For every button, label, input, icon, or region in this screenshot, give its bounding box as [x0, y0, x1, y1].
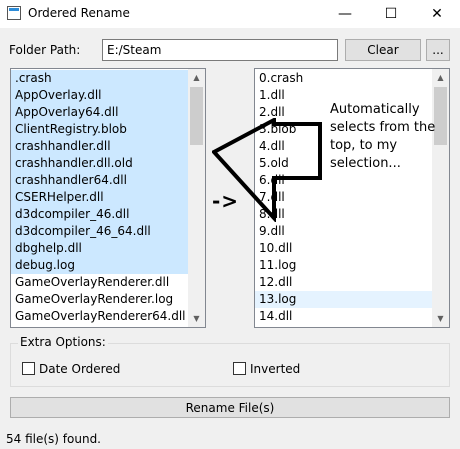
- dash-arrow-annotation: ->: [212, 189, 240, 213]
- renamed-file-item[interactable]: 0.crash: [255, 70, 432, 87]
- close-button[interactable]: ✕: [414, 0, 460, 28]
- date-ordered-label[interactable]: Date Ordered: [39, 362, 120, 376]
- source-file-item[interactable]: dbghelp.dll: [11, 240, 188, 257]
- inverted-label[interactable]: Inverted: [250, 362, 300, 376]
- source-file-item[interactable]: d3dcompiler_46_64.dll: [11, 223, 188, 240]
- renamed-file-item[interactable]: 14.dll: [255, 308, 432, 325]
- renamed-file-item[interactable]: 13.log: [255, 291, 432, 308]
- app-window-icon: [7, 6, 21, 20]
- source-file-item[interactable]: GameOverlayRenderer.dll: [11, 274, 188, 291]
- source-file-item[interactable]: debug.log: [11, 257, 188, 274]
- scroll-up-arrow-icon[interactable]: ▲: [188, 69, 205, 86]
- renamed-file-item[interactable]: 12.dll: [255, 274, 432, 291]
- clear-button[interactable]: Clear: [345, 39, 421, 61]
- window-title: Ordered Rename: [28, 6, 130, 20]
- source-file-item[interactable]: GameOverlayRenderer64.dll: [11, 308, 188, 325]
- renamed-file-item[interactable]: 10.dll: [255, 240, 432, 257]
- source-file-item[interactable]: crashhandler.dll: [11, 138, 188, 155]
- source-file-item[interactable]: GameOverlayRenderer.log: [11, 291, 188, 308]
- source-file-items: .crash AppOverlay.dll AppOverlay64.dll Clie…: [11, 70, 188, 325]
- source-file-item[interactable]: crashhandler64.dll: [11, 172, 188, 189]
- renamed-file-item[interactable]: 11.log: [255, 257, 432, 274]
- source-file-item[interactable]: AppOverlay.dll: [11, 87, 188, 104]
- source-file-item[interactable]: .crash: [11, 70, 188, 87]
- folder-path-input[interactable]: [102, 39, 338, 61]
- maximize-button[interactable]: ☐: [368, 0, 414, 28]
- extra-options-label: Extra Options:: [18, 335, 108, 349]
- status-text: 54 file(s) found.: [6, 432, 101, 446]
- source-file-item[interactable]: AppOverlay64.dll: [11, 104, 188, 121]
- inverted-checkbox[interactable]: [233, 362, 246, 375]
- source-file-list[interactable]: .crash AppOverlay.dll AppOverlay64.dll Clie…: [10, 68, 206, 328]
- folder-path-label: Folder Path:: [9, 43, 81, 57]
- source-file-item[interactable]: d3dcompiler_46.dll: [11, 206, 188, 223]
- scroll-down-arrow-icon[interactable]: ▼: [432, 310, 449, 327]
- source-file-item[interactable]: crashhandler.dll.old: [11, 155, 188, 172]
- date-ordered-checkbox[interactable]: [22, 362, 35, 375]
- rename-files-button[interactable]: Rename File(s): [10, 397, 450, 418]
- scroll-thumb[interactable]: [190, 87, 203, 145]
- renamed-file-item[interactable]: 9.dll: [255, 223, 432, 240]
- annotation-text: Automatically selects from the top, to m…: [330, 102, 436, 171]
- scroll-up-arrow-icon[interactable]: ▲: [432, 69, 449, 86]
- source-file-item[interactable]: ClientRegistry.blob: [11, 121, 188, 138]
- scroll-down-arrow-icon[interactable]: ▼: [188, 310, 205, 327]
- source-file-item[interactable]: CSERHelper.dll: [11, 189, 188, 206]
- minimize-button[interactable]: —: [322, 0, 368, 28]
- browse-button[interactable]: ...: [426, 39, 450, 61]
- source-list-scrollbar[interactable]: ▲ ▼: [188, 69, 205, 327]
